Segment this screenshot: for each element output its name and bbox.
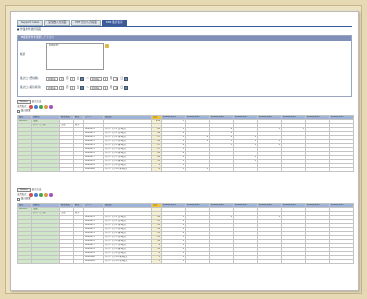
- day-unit: 日: [120, 76, 123, 80]
- result-checkbox[interactable]: [17, 110, 20, 113]
- month-unit: 月: [109, 76, 113, 80]
- table-row: 0006981 ﾔﾏｼﾝﾊﾞﾗｸﾗｰ11 赤4粒入 5 2: [17, 259, 354, 264]
- check-bar-2: 集計結果: [17, 197, 33, 201]
- month-unit: 月: [66, 85, 69, 89]
- show-button[interactable]: Show ▸: [17, 100, 31, 104]
- month-select-to[interactable]: 9: [102, 86, 108, 90]
- table-cell: 6: [151, 167, 162, 172]
- table-cell: [185, 259, 210, 264]
- table-cell: [233, 259, 258, 264]
- calendar-icon[interactable]: [123, 77, 128, 81]
- table-cell: [281, 259, 306, 264]
- result-checkbox-label: 集計結果: [21, 109, 31, 113]
- app-page: Support Index 受注数入力画面 PDF 出力入力画面 DNS 集計表示 ■…: [10, 11, 359, 291]
- table-cell: [17, 167, 32, 172]
- year-select-to[interactable]: 2006年: [89, 77, 102, 81]
- table-cell: [209, 259, 234, 264]
- range-tilde: 〜: [86, 76, 89, 80]
- table-cell: [329, 167, 354, 172]
- table-cell: [329, 259, 354, 264]
- calendar-icon[interactable]: [123, 86, 128, 90]
- clip-icon[interactable]: [105, 44, 109, 48]
- table-cell: [31, 259, 60, 264]
- format-icon-3[interactable]: [43, 193, 48, 197]
- table-cell: ﾔﾏｼﾝﾊﾞﾗｸﾗｰ10 黒4粒入: [103, 167, 152, 172]
- report-textarea[interactable]: DC0237: [46, 43, 104, 70]
- outer-frame: Support Index 受注数入力画面 PDF 出力入力画面 DNS 集計表示 ■…: [5, 5, 362, 294]
- year-select-from[interactable]: 2006年: [46, 86, 58, 90]
- table-cell: [73, 167, 84, 172]
- format-icon-2[interactable]: [38, 105, 43, 109]
- date-row-2: 集計日 (着信時刻) 2006年 9月 4日 〜 2006年 9月 10 日: [18, 86, 351, 90]
- tab-underline: [17, 26, 352, 27]
- table-cell: [17, 259, 32, 264]
- table-cell: [305, 167, 330, 172]
- result-table-2: 帳票 所属名 担当者名 担当 コード 商品名 合計 2006/09/04 2006/09/05 2…: [17, 203, 354, 264]
- display-method-label: 表示方法: [31, 99, 42, 103]
- table-cell: [73, 259, 84, 264]
- table-cell: [257, 259, 282, 264]
- table-cell: 5: [151, 259, 162, 264]
- format-icon-4[interactable]: [48, 193, 53, 197]
- show-bar-2: Show ▸ 表示方法: [17, 188, 43, 192]
- day-select-from[interactable]: 4: [69, 86, 75, 90]
- year-select-from[interactable]: 2006年: [46, 77, 58, 81]
- show-button[interactable]: Show ▸: [17, 188, 31, 192]
- date1-label: 集計日 (登録順): [20, 76, 39, 80]
- day-unit: 日: [76, 76, 80, 80]
- show-bar-1: Show ▸ 表示方法: [17, 100, 43, 104]
- result-table-1: 帳票 所属名 担当者名 担当 コード 商品名 合計 2006/09/04 2006/09/05 2…: [17, 115, 354, 172]
- table-cell: [233, 167, 258, 172]
- table-cell: [209, 167, 234, 172]
- year-select-to[interactable]: 2006年: [89, 86, 102, 90]
- table-cell: [305, 259, 330, 264]
- month-select-from[interactable]: 9: [59, 86, 64, 90]
- format-icon-2[interactable]: [38, 193, 43, 197]
- table-cell: [31, 167, 60, 172]
- date-row-1: 集計日 (登録順) 2006年 9月 4日 〜 2006年 9月 10 日: [18, 77, 351, 81]
- table-cell: [257, 167, 282, 172]
- table-cell: ﾔﾏｼﾝﾊﾞﾗｸﾗｰ11 赤4粒入: [103, 259, 152, 264]
- result-checkbox-label: 集計結果: [21, 197, 31, 201]
- day-unit: 日: [76, 85, 80, 89]
- table-cell: 0006980: [83, 167, 104, 172]
- format-icon-3[interactable]: [43, 105, 48, 109]
- format-icon-4[interactable]: [48, 105, 53, 109]
- table-cell: 0006981: [83, 259, 104, 264]
- day-select-to[interactable]: 10: [113, 77, 119, 81]
- table-cell: 1: [185, 167, 210, 172]
- month-unit: 月: [109, 85, 113, 89]
- day-select-to[interactable]: 10: [113, 86, 119, 90]
- month-unit: 月: [66, 76, 69, 80]
- result-checkbox[interactable]: [17, 198, 20, 201]
- display-method-label: 表示方法: [31, 187, 42, 191]
- condition-panel-header: ▼検索条件を選択して下さい: [18, 36, 351, 41]
- calendar-icon[interactable]: [80, 77, 85, 81]
- page-subheading: ■ 作業条件選択画面: [17, 28, 42, 31]
- calendar-icon[interactable]: [80, 86, 85, 90]
- table-cell: 2: [161, 259, 186, 264]
- table-cell: 1: [161, 167, 186, 172]
- report-label: 帳票: [20, 53, 26, 56]
- table-cell: [281, 167, 306, 172]
- table-row: 0006980 ﾔﾏｼﾝﾊﾞﾗｸﾗｰ10 黒4粒入 6 1 1: [17, 167, 354, 172]
- table-cell: [59, 259, 74, 264]
- check-bar-1: 集計結果: [17, 109, 33, 113]
- date2-label: 集計日 (着信時刻): [20, 85, 42, 89]
- format-icon-1[interactable]: [33, 193, 38, 197]
- format-icon-1[interactable]: [33, 105, 38, 109]
- day-select-from[interactable]: 4: [69, 77, 75, 81]
- condition-panel: ▼検索条件を選択して下さい 帳票 DC0237 集計日 (登録順) 2006年 …: [17, 35, 352, 97]
- month-select-to[interactable]: 9: [102, 77, 108, 81]
- table-cell: [59, 167, 74, 172]
- range-tilde: 〜: [86, 85, 89, 89]
- month-select-from[interactable]: 9: [59, 77, 64, 81]
- day-unit: 日: [120, 85, 123, 89]
